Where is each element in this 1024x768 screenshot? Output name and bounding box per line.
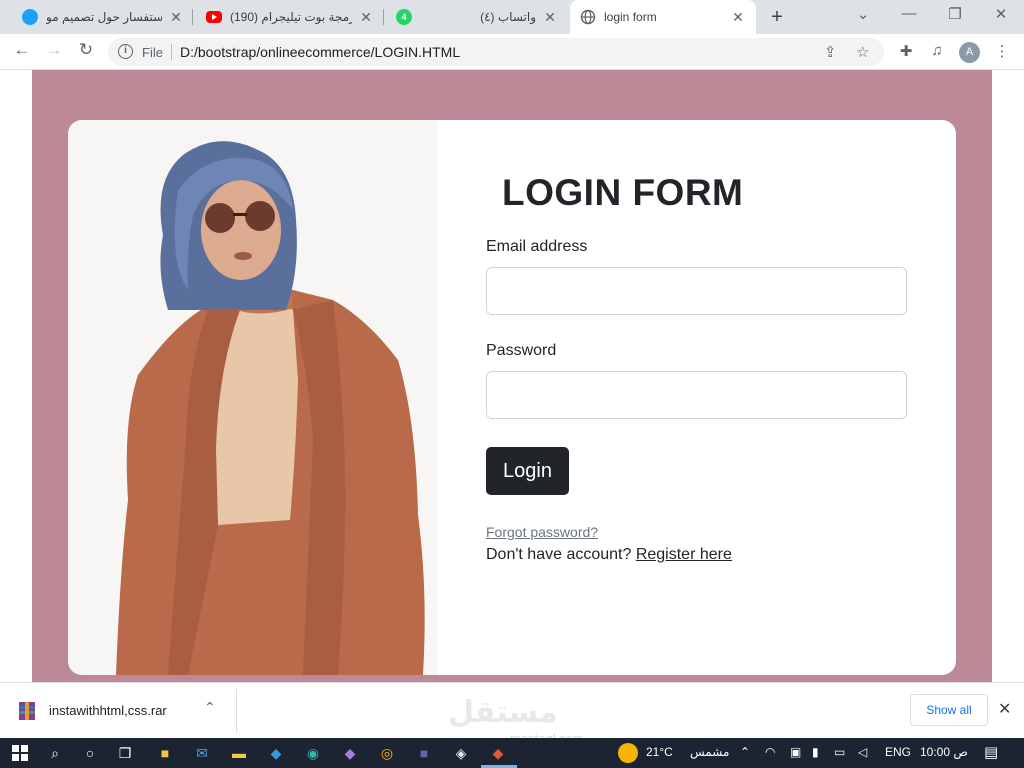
forward-arrow-icon[interactable]: → <box>42 40 66 60</box>
minimize-icon[interactable]: — <box>894 5 924 22</box>
tab-divider <box>192 9 193 25</box>
avatar[interactable]: A <box>959 42 980 63</box>
microphone-icon[interactable]: ▮ <box>812 745 819 759</box>
new-tab-button[interactable]: + <box>767 6 787 29</box>
battery-icon[interactable]: ▭ <box>834 745 845 759</box>
close-icon[interactable]: ✕ <box>542 9 558 26</box>
wifi-icon[interactable]: ◠ <box>765 745 775 759</box>
vscode-icon[interactable]: ◆ <box>266 743 286 763</box>
register-line: Don't have account? Register here <box>486 546 732 564</box>
edge-icon[interactable]: ◉ <box>303 743 323 763</box>
close-icon[interactable]: ✕ <box>730 9 746 26</box>
page-viewport: LOGIN FORM Email address Password Login … <box>0 70 1024 682</box>
teams-icon[interactable]: ■ <box>414 743 434 763</box>
tab-divider <box>383 9 384 25</box>
store-icon[interactable]: ■ <box>155 743 175 763</box>
back-arrow-icon[interactable]: ← <box>10 40 34 60</box>
register-link[interactable]: Register here <box>636 546 732 563</box>
media-control-icon[interactable]: ♫ <box>927 42 947 59</box>
tab-title: (٤) واتساب <box>480 10 536 24</box>
password-label: Password <box>486 342 557 359</box>
weather-text[interactable]: مشمس <box>690 745 729 759</box>
tab-title: login form <box>604 10 657 24</box>
tab-search-icon[interactable]: ⌄ <box>848 5 878 23</box>
archive-file-icon <box>19 702 35 720</box>
share-icon[interactable]: ⇪ <box>824 43 837 61</box>
info-icon[interactable]: i <box>118 44 133 59</box>
url-text[interactable]: D:/bootstrap/onlineecommerce/LOGIN.HTML <box>180 44 460 60</box>
clock[interactable]: 10:00 ص <box>920 745 968 759</box>
close-window-icon[interactable]: ✕ <box>986 5 1016 23</box>
file-explorer-icon[interactable]: ▬ <box>229 743 249 763</box>
volume-icon[interactable]: ◁ <box>858 745 867 759</box>
visual-studio-icon[interactable]: ◆ <box>340 743 360 763</box>
whatsapp-icon: 4 <box>396 9 412 25</box>
tab-title: استفسار حول تصميم مو <box>46 10 162 24</box>
globe-icon <box>580 9 596 25</box>
password-field[interactable] <box>486 371 907 419</box>
app-icon[interactable]: ◈ <box>451 743 471 763</box>
page-background: LOGIN FORM Email address Password Login … <box>32 70 992 682</box>
login-card: LOGIN FORM Email address Password Login … <box>68 120 956 675</box>
close-icon[interactable]: ✕ <box>168 9 184 26</box>
cortana-icon[interactable]: ○ <box>80 743 100 763</box>
tab-whatsapp[interactable]: 4 (٤) واتساب ✕ <box>388 0 566 34</box>
browser-toolbar: ← → ↻ i File D:/bootstrap/onlineecommerc… <box>0 34 1024 70</box>
page-title: LOGIN FORM <box>502 172 744 213</box>
circle-icon <box>22 9 38 25</box>
download-bar: instawithhtml,css.rar ⌃ مستقل mostaql.co… <box>0 682 1024 746</box>
model-photo <box>68 120 438 675</box>
chevron-up-icon[interactable]: ⌃ <box>740 745 750 759</box>
show-all-button[interactable]: Show all <box>910 694 988 726</box>
restore-icon[interactable]: ❐ <box>940 5 970 23</box>
close-icon[interactable]: ✕ <box>998 699 1011 719</box>
sun-icon[interactable] <box>618 743 638 763</box>
download-file-name[interactable]: instawithhtml,css.rar <box>49 703 167 718</box>
email-label: Email address <box>486 238 588 255</box>
address-bar[interactable]: i File D:/bootstrap/onlineecommerce/LOGI… <box>108 38 884 66</box>
register-prompt: Don't have account? <box>486 546 632 563</box>
chevron-up-icon[interactable]: ⌃ <box>204 699 216 716</box>
tab-title: (190) برمجة بوت تيليجرام <box>230 10 352 24</box>
reload-icon[interactable]: ↻ <box>74 40 98 60</box>
app-active-icon[interactable]: ◆ <box>488 743 508 763</box>
notifications-icon[interactable]: ▤ <box>984 743 998 761</box>
windows-start-icon[interactable] <box>10 743 30 763</box>
search-icon[interactable]: ⌕ <box>45 743 65 763</box>
weather-temperature[interactable]: 21°C <box>646 745 673 759</box>
download-divider <box>236 689 237 733</box>
language-indicator[interactable]: ENG <box>885 745 911 759</box>
tab-mostaql[interactable]: استفسار حول تصميم مو ✕ <box>14 0 192 34</box>
mail-icon[interactable]: ✉ <box>192 743 212 763</box>
youtube-icon <box>206 11 222 23</box>
close-icon[interactable]: ✕ <box>358 9 374 26</box>
scheme-label: File <box>142 45 163 60</box>
forgot-password-link[interactable]: Forgot password? <box>486 524 598 540</box>
star-icon[interactable]: ☆ <box>856 43 869 61</box>
more-menu-icon[interactable]: ⋮ <box>992 42 1012 60</box>
watermark: مستقل <box>448 696 558 729</box>
browser-tab-strip: استفسار حول تصميم مو ✕ (190) برمجة بوت ت… <box>0 0 1024 34</box>
address-divider <box>171 44 172 60</box>
task-view-icon[interactable]: ❐ <box>115 743 135 763</box>
chrome-icon[interactable]: ◎ <box>377 743 397 763</box>
tab-youtube[interactable]: (190) برمجة بوت تيليجرام ✕ <box>198 0 382 34</box>
login-button[interactable]: Login <box>486 447 569 495</box>
tab-login-form[interactable]: login form ✕ <box>570 0 756 34</box>
camera-icon[interactable]: ▣ <box>790 745 801 759</box>
email-field[interactable] <box>486 267 907 315</box>
extensions-icon[interactable]: ✚ <box>896 42 916 60</box>
windows-taskbar: ⌕ ○ ❐ ■ ✉ ▬ ◆ ◉ ◆ ◎ ■ ◈ ◆ 21°C مشمس ⌃ ◠ … <box>0 738 1024 768</box>
